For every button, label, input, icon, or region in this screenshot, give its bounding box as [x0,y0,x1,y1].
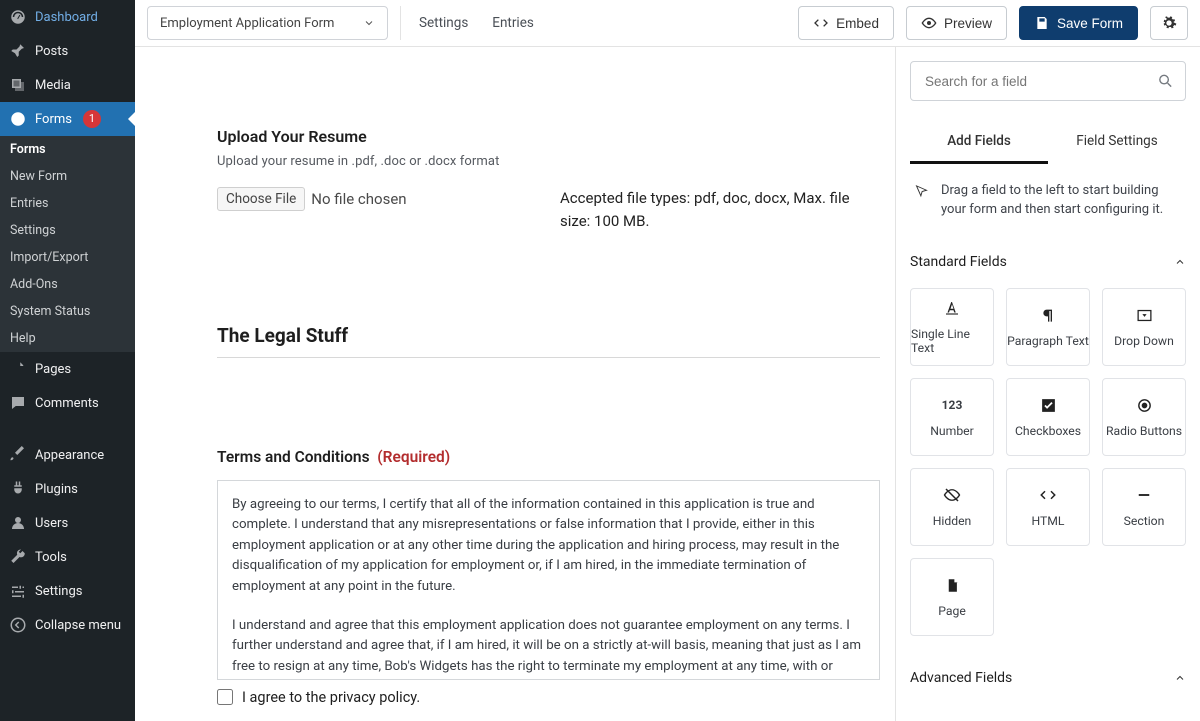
code-icon [1038,485,1058,505]
number-icon: 123 [942,395,962,415]
sidebar-item-forms[interactable]: Forms 1 [0,102,135,136]
field-tabs: Add Fields Field Settings [910,121,1186,164]
sidebar-item-media[interactable]: Media [0,68,135,102]
group-advanced-fields[interactable]: Advanced Fields [910,660,1186,696]
gear-icon [1161,15,1177,31]
drag-hint: Drag a field to the left to start buildi… [910,164,1186,244]
top-link-entries[interactable]: Entries [486,15,540,31]
collapse-icon [8,615,28,635]
checkbox-icon [1038,395,1058,415]
accepted-types-text: Accepted file types: pdf, doc, docx, Max… [560,187,880,234]
brush-icon [8,445,28,465]
sidebar-item-users[interactable]: Users [0,506,135,540]
form-editor-canvas[interactable]: Upload Your Resume Upload your resume in… [135,47,895,721]
sub-import-export[interactable]: Import/Export [0,244,135,271]
comment-icon [8,393,28,413]
tab-add-fields[interactable]: Add Fields [910,121,1048,164]
sidebar-item-pages[interactable]: Pages [0,352,135,386]
fields-panel: Add Fields Field Settings Drag a field t… [895,47,1200,721]
sidebar-item-posts[interactable]: Posts [0,34,135,68]
topbar: Employment Application Form Settings Ent… [135,0,1200,47]
sliders-icon [8,581,28,601]
sub-system-status[interactable]: System Status [0,298,135,325]
sidebar-item-dashboard[interactable]: Dashboard [0,0,135,34]
main-column: Employment Application Form Settings Ent… [135,0,1200,721]
eye-icon [921,15,937,31]
terms-label: Terms and Conditions (Required) [217,448,880,466]
wrench-icon [8,547,28,567]
code-icon [813,15,829,31]
form-settings-button[interactable] [1150,6,1188,40]
field-section[interactable]: Section [1102,468,1186,546]
field-search-input[interactable] [910,61,1186,101]
sidebar-item-plugins[interactable]: Plugins [0,472,135,506]
terms-textbox[interactable]: By agreeing to our terms, I certify that… [217,480,880,680]
radio-icon [1134,395,1154,415]
sidebar-item-collapse[interactable]: Collapse menu [0,608,135,642]
sub-new-form[interactable]: New Form [0,163,135,190]
field-number[interactable]: 123 Number [910,378,994,456]
choose-file-button[interactable]: Choose File [217,187,305,211]
page-icon [942,575,962,595]
field-dropdown[interactable]: Drop Down [1102,288,1186,366]
sub-forms[interactable]: Forms [0,136,135,163]
group-standard-fields[interactable]: Standard Fields [910,244,1186,280]
file-upload-input[interactable]: Choose File No file chosen [217,187,407,211]
cursor-icon [914,182,929,220]
media-icon [8,75,28,95]
required-indicator: (Required) [377,448,450,466]
sidebar-item-tools[interactable]: Tools [0,540,135,574]
sub-settings[interactable]: Settings [0,217,135,244]
sidebar-item-appearance[interactable]: Appearance [0,438,135,472]
plug-icon [8,479,28,499]
gauge-icon [8,7,28,27]
pages-icon [8,359,28,379]
field-hidden[interactable]: Hidden [910,468,994,546]
field-resume-desc: Upload your resume in .pdf, .doc or .doc… [217,154,880,169]
chevron-down-icon [363,17,375,29]
sub-entries[interactable]: Entries [0,190,135,217]
field-single-line-text[interactable]: Single Line Text [910,288,994,366]
user-icon [8,513,28,533]
no-file-text: No file chosen [311,190,406,208]
forms-icon [8,109,28,129]
field-paragraph-text[interactable]: Paragraph Text [1006,288,1090,366]
form-switcher-dropdown[interactable]: Employment Application Form [147,6,388,40]
save-form-button[interactable]: Save Form [1019,6,1138,40]
hidden-icon [942,485,962,505]
sub-add-ons[interactable]: Add-Ons [0,271,135,298]
preview-button[interactable]: Preview [906,6,1007,40]
text-icon [942,298,962,318]
field-resume-title: Upload Your Resume [217,127,880,146]
field-page[interactable]: Page [910,558,994,636]
chevron-up-icon [1174,256,1186,268]
field-search [910,61,1186,101]
field-grid: Single Line Text Paragraph Text Drop Dow… [910,280,1186,660]
section-icon [1134,485,1154,505]
agree-checkbox[interactable] [217,689,233,705]
field-radio[interactable]: Radio Buttons [1102,378,1186,456]
top-link-settings[interactable]: Settings [413,15,474,31]
agree-checkbox-row[interactable]: I agree to the privacy policy. [217,689,880,706]
paragraph-icon [1038,305,1058,325]
field-html[interactable]: HTML [1006,468,1090,546]
sidebar-item-comments[interactable]: Comments [0,386,135,420]
forms-submenu: Forms New Form Entries Settings Import/E… [0,136,135,352]
admin-sidebar: Dashboard Posts Media Forms 1 Forms New … [0,0,135,721]
embed-button[interactable]: Embed [798,6,894,40]
search-icon [1157,73,1174,90]
chevron-up-icon [1174,672,1186,684]
forms-badge: 1 [83,110,101,128]
pushpin-icon [8,41,28,61]
tab-field-settings[interactable]: Field Settings [1048,121,1186,164]
sub-help[interactable]: Help [0,325,135,352]
dropdown-icon [1134,305,1154,325]
field-checkboxes[interactable]: Checkboxes [1006,378,1090,456]
sidebar-item-settings[interactable]: Settings [0,574,135,608]
section-heading: The Legal Stuff [217,324,880,358]
save-icon [1034,15,1050,31]
